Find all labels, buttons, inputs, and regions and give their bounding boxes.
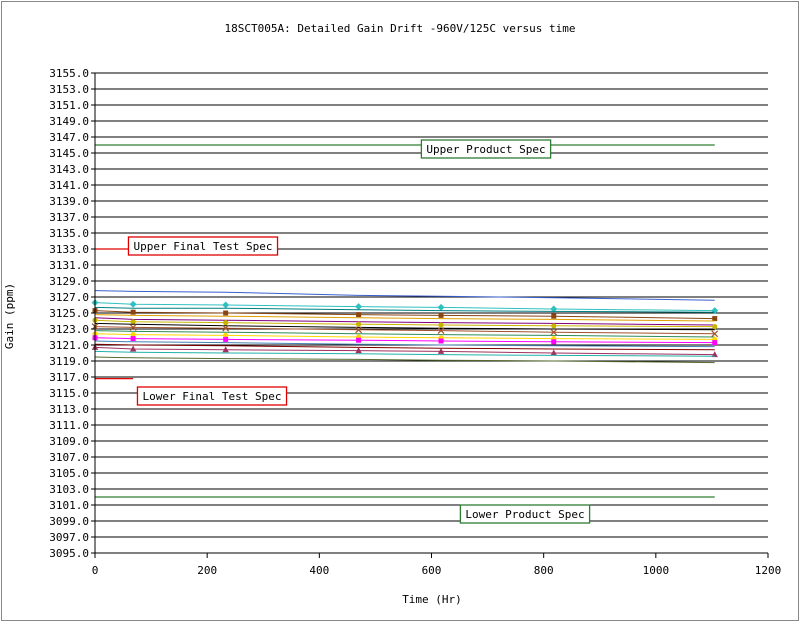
y-tick-label: 3097.0 [49,531,89,544]
data-point [712,324,718,330]
y-tick-label: 3139.0 [49,195,89,208]
upper-product-spec-label: Upper Product Spec [420,139,552,159]
data-point [356,312,362,318]
series-line [94,317,715,326]
y-tick-label: 3147.0 [49,131,89,144]
y-axis-label: Gain (ppm) [3,283,16,349]
y-tick-label: 3117.0 [49,371,89,384]
data-point [223,320,229,326]
x-tick-label: 800 [534,564,554,577]
data-point [222,301,230,309]
data-point [130,319,136,325]
data-point [356,337,362,343]
y-tick-label: 3121.0 [49,339,89,352]
series-line [94,346,715,356]
data-point [223,310,229,316]
y-tick-label: 3099.0 [49,515,89,528]
y-tick-label: 3111.0 [49,419,89,432]
data-series [91,290,719,364]
data-point [129,300,137,308]
y-tick-label: 3145.0 [49,147,89,160]
y-tick-label: 3151.0 [49,99,89,112]
spec-label-text: Upper Product Spec [426,143,545,156]
data-point [355,303,363,311]
data-point [551,323,557,329]
y-tick-labels: 3095.0 3097.0 3099.0 3101.0 3103.0 3105.0 3107… [49,67,89,560]
data-point [438,322,444,328]
y-tick-label: 3115.0 [49,387,89,400]
y-tick-label: 3135.0 [49,227,89,240]
data-point [712,340,718,346]
y-tick-label: 3113.0 [49,403,89,416]
lower-product-spec-label: Lower Product Spec [459,504,591,524]
upper-final-test-spec-label: Upper Final Test Spec [127,236,279,256]
series-line [94,356,715,364]
data-point [551,313,557,319]
data-point [438,338,444,344]
x-tick-label: 600 [422,564,442,577]
series-line [94,290,715,301]
spec-label-text: Lower Final Test Spec [142,390,281,403]
y-tick-label: 3129.0 [49,275,89,288]
data-point [130,309,136,315]
x-tick-label: 1000 [643,564,670,577]
data-point [437,303,445,311]
y-tick-label: 3119.0 [49,355,89,368]
y-tick-label: 3153.0 [49,83,89,96]
chart-title: 18SCT005A: Detailed Gain Drift -960V/125… [225,22,576,35]
series-line [94,330,715,338]
x-tick-labels: 0 200 400 600 800 1000 1200 [92,564,782,577]
lower-final-test-spec-label: Lower Final Test Spec [136,386,288,406]
x-tick-label: 1200 [755,564,782,577]
x-tick-label: 0 [92,564,99,577]
y-tick-label: 3125.0 [49,307,89,320]
spec-label-text: Upper Final Test Spec [133,240,272,253]
y-tick-label: 3101.0 [49,499,89,512]
data-point [712,316,718,322]
y-tick-label: 3109.0 [49,435,89,448]
gain-drift-chart: 18SCT005A: Detailed Gain Drift -960V/125… [3,22,782,606]
y-tick-label: 3103.0 [49,483,89,496]
y-tick-label: 3095.0 [49,547,89,560]
data-point [223,336,229,342]
data-point [438,312,444,318]
y-tick-label: 3133.0 [49,243,89,256]
data-point [130,336,136,342]
y-tick-label: 3131.0 [49,259,89,272]
spec-lines [95,144,715,498]
data-point [355,321,362,327]
series-line [94,302,715,312]
y-tick-label: 3123.0 [49,323,89,336]
y-tick-label: 3127.0 [49,291,89,304]
y-tick-label: 3143.0 [49,163,89,176]
y-tick-label: 3107.0 [49,451,89,464]
spec-label-text: Lower Product Spec [465,508,584,521]
x-tick-label: 400 [309,564,329,577]
x-tick-label: 200 [197,564,217,577]
y-tick-label: 3149.0 [49,115,89,128]
y-tick-label: 3141.0 [49,179,89,192]
y-tick-label: 3105.0 [49,467,89,480]
y-tick-label: 3155.0 [49,67,89,80]
x-axis-label: Time (Hr) [402,593,462,606]
y-tick-label: 3137.0 [49,211,89,224]
data-point [551,339,557,345]
